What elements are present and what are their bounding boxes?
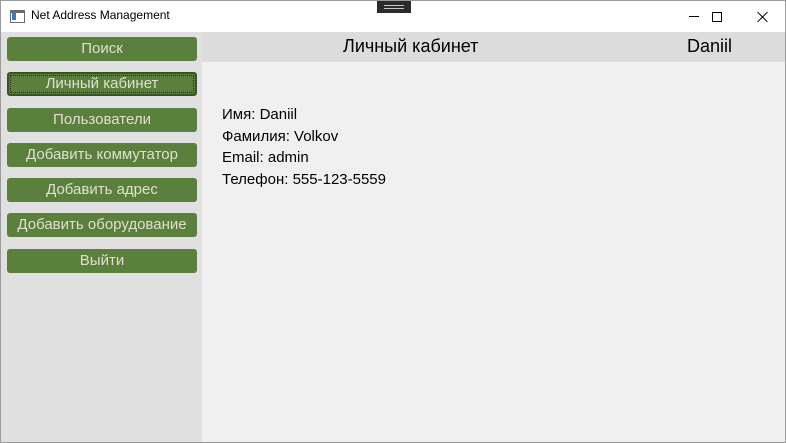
sidebar: Поиск Личный кабинет Пользователи Добави… bbox=[1, 32, 202, 442]
email-row: Email: admin bbox=[222, 147, 386, 169]
close-button[interactable] bbox=[740, 1, 785, 32]
maximize-icon bbox=[712, 11, 722, 22]
last-name-row: Фамилия: Volkov bbox=[222, 126, 386, 148]
nav-button-add-switch[interactable]: Добавить коммутатор bbox=[7, 143, 197, 167]
drag-grip-handle[interactable] bbox=[377, 1, 411, 13]
current-user-name: Daniil bbox=[687, 36, 733, 56]
app-window-icon bbox=[10, 10, 25, 23]
maximize-button[interactable] bbox=[694, 1, 740, 32]
profile-info: Имя: Daniil Фамилия: Volkov Email: admin… bbox=[222, 104, 386, 190]
app-window: Net Address Management Поиск Личный каби… bbox=[0, 0, 786, 443]
page-header: Личный кабинет Daniil bbox=[202, 32, 785, 62]
nav-button-search[interactable]: Поиск bbox=[7, 37, 197, 61]
phone-label: Телефон: bbox=[222, 170, 289, 188]
window-title: Net Address Management bbox=[31, 8, 170, 22]
nav-button-profile[interactable]: Личный кабинет bbox=[7, 72, 197, 96]
main-content: Имя: Daniil Фамилия: Volkov Email: admin… bbox=[202, 62, 785, 442]
first-name-label: Имя: bbox=[222, 106, 256, 123]
last-name-label: Фамилия: bbox=[222, 127, 290, 145]
first-name-row: Имя: Daniil bbox=[222, 104, 386, 126]
nav-button-add-address[interactable]: Добавить адрес bbox=[7, 178, 197, 202]
phone-row: Телефон: 555-123-5559 bbox=[222, 169, 386, 191]
page-title: Личный кабинет bbox=[343, 36, 479, 56]
nav-button-logout[interactable]: Выйти bbox=[7, 249, 197, 273]
close-icon bbox=[757, 11, 769, 23]
email-label: Email: bbox=[222, 149, 264, 166]
title-bar[interactable]: Net Address Management bbox=[1, 1, 785, 32]
nav-button-users[interactable]: Пользователи bbox=[7, 108, 197, 132]
nav-button-add-equipment[interactable]: Добавить оборудование bbox=[7, 213, 197, 237]
last-name-value: Volkov bbox=[294, 127, 339, 145]
first-name-value: Daniil bbox=[259, 106, 298, 123]
phone-value: 555-123-5559 bbox=[292, 170, 386, 188]
email-value: admin bbox=[267, 149, 309, 166]
